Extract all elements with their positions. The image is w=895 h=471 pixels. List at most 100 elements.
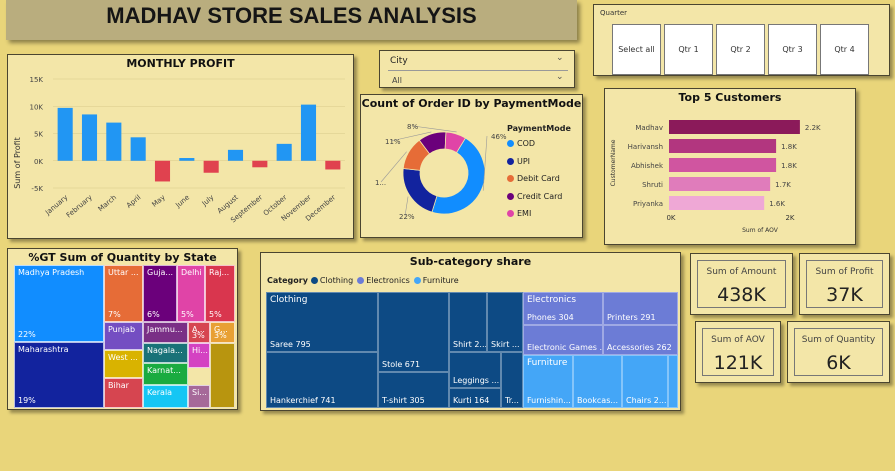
quarter-option-qtr4[interactable]: Qtr 4 bbox=[820, 24, 869, 75]
kpi-aov-label: Sum of AOV bbox=[711, 335, 765, 345]
donut-slice-upi[interactable] bbox=[402, 168, 438, 213]
subcategory-cell[interactable]: Shirt 2... bbox=[449, 292, 487, 352]
subcategory-cell-label: Kurti 164 bbox=[453, 396, 490, 405]
legend-item-emi[interactable]: EMI bbox=[507, 205, 562, 223]
subcategory-cell[interactable]: Stole 671 bbox=[378, 292, 449, 372]
state-cell-raj[interactable]: Raj... 5% bbox=[205, 265, 235, 322]
state-cell-bihar[interactable]: Bihar bbox=[104, 378, 143, 408]
legend-label: UPI bbox=[517, 156, 531, 166]
legend-dot bbox=[507, 175, 514, 183]
subcategory-cell-label: Bookcas... bbox=[577, 396, 619, 405]
profit-bar-february[interactable] bbox=[81, 114, 98, 161]
legend-item-upi[interactable]: UPI bbox=[507, 153, 562, 171]
state-cell-maharashtra[interactable]: Maharashtra 19% bbox=[14, 342, 104, 408]
state-cell-punjab[interactable]: Punjab bbox=[104, 322, 143, 350]
profit-bar-december[interactable] bbox=[325, 160, 341, 170]
legend-dot bbox=[310, 277, 318, 284]
state-percent: 3% bbox=[192, 331, 205, 340]
subcategory-cell-label: Leggings ... bbox=[453, 376, 500, 385]
legend-item-credit-card[interactable]: Credit Card bbox=[507, 188, 562, 206]
state-cell-karnat[interactable]: Karnat... bbox=[143, 363, 188, 385]
city-slicer[interactable]: City ⌄ All ⌄ bbox=[379, 50, 575, 88]
subcategory-cell-label: Furnishin... bbox=[527, 396, 571, 405]
state-percent: 5% bbox=[181, 310, 194, 319]
state-cell-uttar[interactable]: Uttar ... 7% bbox=[104, 265, 143, 322]
customer-bar-shruti[interactable] bbox=[669, 177, 771, 191]
legend-item-debit-card[interactable]: Debit Card bbox=[507, 170, 562, 188]
state-cell-other[interactable] bbox=[210, 343, 235, 408]
legend-item-clothing[interactable]: Clothing bbox=[310, 276, 353, 285]
state-cell-west[interactable]: West ... bbox=[104, 350, 143, 378]
profit-bar-june[interactable] bbox=[179, 158, 195, 161]
subcategory-cell[interactable]: Hankerchief 741 bbox=[266, 352, 378, 408]
legend-item-cod[interactable]: COD bbox=[507, 135, 562, 153]
customer-bar-priyanka[interactable] bbox=[669, 196, 765, 210]
legend-label: EMI bbox=[517, 209, 532, 219]
kpi-profit-value: 37K bbox=[826, 284, 863, 306]
donut-label: 1... bbox=[375, 179, 386, 187]
state-quantity-treemap: %GT Sum of Quantity by State Madhya Prad… bbox=[7, 248, 238, 410]
y-tick-label: 10K bbox=[30, 103, 44, 111]
state-cell-nagala[interactable]: Nagala... bbox=[143, 343, 188, 363]
subcategory-cell[interactable]: Electronic Games ... bbox=[523, 325, 603, 355]
state-cell-a[interactable]: A... 3% bbox=[188, 322, 210, 343]
chevron-down-icon[interactable]: ⌄ bbox=[556, 72, 564, 82]
legend-item-electronics[interactable]: Electronics bbox=[357, 276, 410, 285]
profit-bar-july[interactable] bbox=[203, 160, 219, 173]
legend-label: Electronics bbox=[366, 276, 410, 285]
kpi-profit-label: Sum of Profit bbox=[815, 267, 874, 277]
profit-bar-may[interactable] bbox=[154, 160, 171, 182]
top-customers-chart: Top 5 Customers CustomerName 0K 2K Sum o… bbox=[604, 88, 856, 245]
subcategory-cell[interactable]: Accessories 262 bbox=[603, 325, 678, 355]
subcategory-cell[interactable]: Printers 291 bbox=[603, 292, 678, 325]
profit-bar-august[interactable] bbox=[227, 149, 244, 161]
customer-name: Abhishek bbox=[631, 162, 664, 170]
subcategory-cell[interactable]: Bookcas... bbox=[573, 355, 622, 408]
subcategory-cell[interactable]: T-shirt 305 bbox=[378, 372, 449, 408]
state-cell-g[interactable]: G... 3% bbox=[210, 322, 235, 343]
kpi-quantity-value: 6K bbox=[826, 352, 851, 374]
customer-bar-harivansh[interactable] bbox=[669, 139, 777, 153]
quarter-option-qtr2[interactable]: Qtr 2 bbox=[716, 24, 765, 75]
subcategory-legend-title: Category bbox=[267, 276, 308, 285]
customer-bar-abhishek[interactable] bbox=[669, 158, 777, 172]
subcategory-cell-label: Phones 304 bbox=[527, 313, 574, 322]
profit-bar-january[interactable] bbox=[57, 107, 73, 161]
state-cell-si[interactable]: Si... bbox=[188, 385, 210, 408]
state-cell-madhya-pradesh[interactable]: Madhya Pradesh 22% bbox=[14, 265, 104, 342]
state-cell-jammu[interactable]: Jammu... bbox=[143, 322, 188, 343]
quarter-option-select-all[interactable]: Select all bbox=[612, 24, 661, 75]
state-quantity-title: %GT Sum of Quantity by State bbox=[28, 251, 217, 264]
state-name: Maharashtra bbox=[18, 345, 69, 354]
state-percent: 22% bbox=[18, 330, 36, 339]
subcategory-cell[interactable] bbox=[668, 355, 678, 408]
profit-bar-april[interactable] bbox=[130, 137, 146, 161]
legend-item-furniture[interactable]: Furniture bbox=[413, 276, 459, 285]
subcategory-cell[interactable]: Leggings ... bbox=[449, 352, 501, 388]
subcategory-cell[interactable]: Tr... bbox=[501, 352, 523, 408]
profit-bar-march[interactable] bbox=[106, 122, 122, 161]
quarter-option-qtr3[interactable]: Qtr 3 bbox=[768, 24, 817, 75]
subcategory-cell[interactable]: Chairs 2... bbox=[622, 355, 668, 408]
profit-bar-september[interactable] bbox=[252, 160, 268, 168]
customer-bar-madhav[interactable] bbox=[669, 120, 800, 134]
subcategory-title: Sub-category share bbox=[409, 255, 532, 268]
state-cell-hi[interactable]: Hi... bbox=[188, 343, 210, 368]
chevron-down-icon[interactable]: ⌄ bbox=[556, 53, 564, 63]
state-cell-guja[interactable]: Guja... 6% bbox=[143, 265, 177, 322]
customer-name: Priyanka bbox=[633, 200, 663, 208]
state-cell-kerala[interactable]: Kerala bbox=[143, 385, 188, 408]
profit-bar-november[interactable] bbox=[300, 104, 317, 161]
monthly-profit-plot: Sum of Profit 15K10K5K0K-5KJanuaryFebrua… bbox=[13, 76, 345, 224]
legend-dot bbox=[507, 210, 514, 218]
state-cell-delhi[interactable]: Delhi 5% bbox=[177, 265, 205, 322]
state-name: West ... bbox=[108, 353, 138, 362]
quarter-option-qtr1[interactable]: Qtr 1 bbox=[664, 24, 713, 75]
legend-label: Debit Card bbox=[517, 174, 560, 184]
donut-label: 46% bbox=[491, 133, 507, 141]
kpi-aov-value: 121K bbox=[713, 352, 763, 374]
subcategory-cell[interactable]: Skirt ... bbox=[487, 292, 523, 352]
subcategory-cell[interactable]: Kurti 164 bbox=[449, 388, 501, 408]
profit-bar-october[interactable] bbox=[276, 143, 292, 161]
kpi-quantity-label: Sum of Quantity bbox=[801, 335, 876, 345]
